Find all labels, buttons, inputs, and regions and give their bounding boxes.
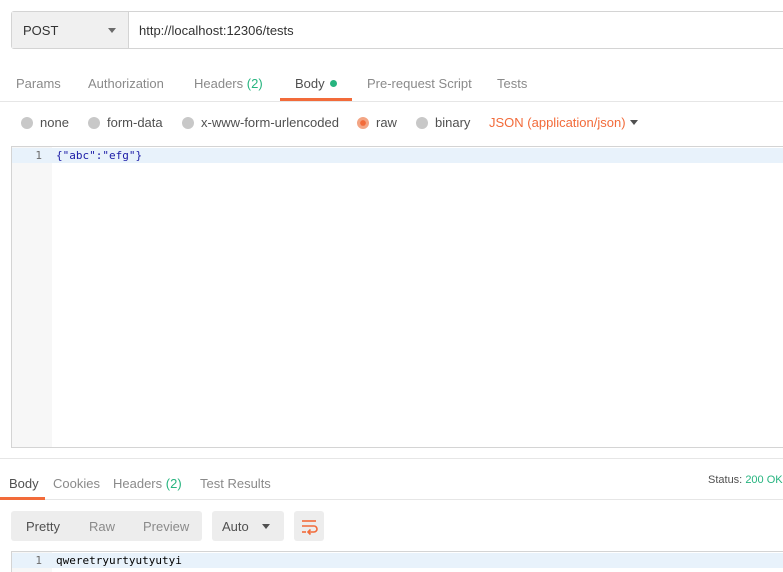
active-tab-underline [0, 497, 45, 500]
tab-body-label: Body [295, 76, 325, 91]
radio-circle-icon [416, 116, 428, 129]
body-indicator-dot-icon [329, 80, 337, 87]
line-number: 1 [35, 554, 42, 567]
chevron-down-icon [108, 28, 116, 33]
request-body-editor[interactable]: 1 {"abc":"efg"} [11, 146, 783, 448]
method-label: POST [23, 22, 59, 38]
tab-prerequest-script[interactable]: Pre-request Script [367, 76, 472, 91]
tab-headers[interactable]: Headers (2) [194, 76, 263, 91]
response-body-viewer[interactable]: 1 qweretryurtyutyutyi [11, 551, 783, 572]
pretty-button[interactable]: Pretty [26, 519, 60, 534]
radio-urlencoded[interactable]: x-www-form-urlencoded [182, 115, 339, 130]
tab-authorization[interactable]: Authorization [88, 76, 164, 91]
tab-tests[interactable]: Tests [497, 76, 527, 91]
format-select[interactable]: Auto [212, 511, 284, 541]
wrap-lines-icon [302, 520, 318, 536]
line-number: 1 [35, 149, 42, 162]
status-value: 200 OK [745, 474, 783, 486]
method-select[interactable]: POST [12, 12, 129, 48]
active-tab-underline [280, 98, 352, 101]
resp-tab-headers-label: Headers [113, 476, 163, 491]
url-bar: POST [11, 11, 783, 49]
response-status: Status: 200 OK [708, 474, 783, 486]
preview-button[interactable]: Preview [143, 519, 189, 534]
chevron-down-icon[interactable] [630, 120, 638, 125]
content-type-select[interactable]: JSON (application/json) [489, 115, 626, 130]
response-tabs: Body Cookies Headers (2) Test Results St… [0, 466, 783, 500]
radio-urlencoded-label: x-www-form-urlencoded [201, 115, 339, 130]
raw-button[interactable]: Raw [89, 519, 115, 534]
resp-tab-cookies[interactable]: Cookies [53, 476, 100, 491]
radio-binary[interactable]: binary [416, 115, 470, 130]
format-select-label: Auto [222, 519, 249, 534]
wrap-lines-button[interactable] [294, 511, 324, 541]
response-text-line[interactable]: qweretryurtyutyutyi [56, 554, 182, 567]
headers-count-badge: (2) [246, 76, 263, 91]
resp-tab-body[interactable]: Body [9, 476, 39, 491]
radio-raw[interactable]: raw [357, 115, 397, 130]
radio-binary-label: binary [435, 115, 471, 130]
resp-tab-test-results[interactable]: Test Results [200, 476, 271, 491]
radio-circle-icon [182, 116, 194, 129]
tab-body[interactable]: Body [295, 76, 337, 91]
tab-headers-label: Headers [194, 76, 244, 91]
resp-headers-count-badge: (2) [165, 476, 182, 491]
url-input[interactable] [129, 12, 783, 48]
radio-none[interactable]: none [21, 115, 69, 130]
chevron-down-icon [262, 524, 270, 529]
resp-tab-headers[interactable]: Headers (2) [113, 476, 182, 491]
tab-params[interactable]: Params [16, 76, 61, 91]
body-type-options: none form-data x-www-form-urlencoded raw… [0, 110, 783, 136]
radio-selected-icon [357, 116, 369, 129]
radio-none-label: none [40, 115, 69, 130]
code-line[interactable]: {"abc":"efg"} [56, 149, 142, 162]
radio-circle-icon [21, 116, 33, 129]
radio-form-data-label: form-data [107, 115, 163, 130]
view-mode-group: Pretty Raw Preview [11, 511, 202, 541]
radio-raw-label: raw [376, 115, 397, 130]
panel-divider[interactable] [0, 458, 783, 459]
radio-form-data[interactable]: form-data [88, 115, 163, 130]
radio-circle-icon [88, 116, 100, 129]
request-tabs: Params Authorization Headers (2) Body Pr… [0, 64, 783, 102]
status-label: Status: [708, 474, 743, 486]
editor-gutter [12, 147, 52, 447]
